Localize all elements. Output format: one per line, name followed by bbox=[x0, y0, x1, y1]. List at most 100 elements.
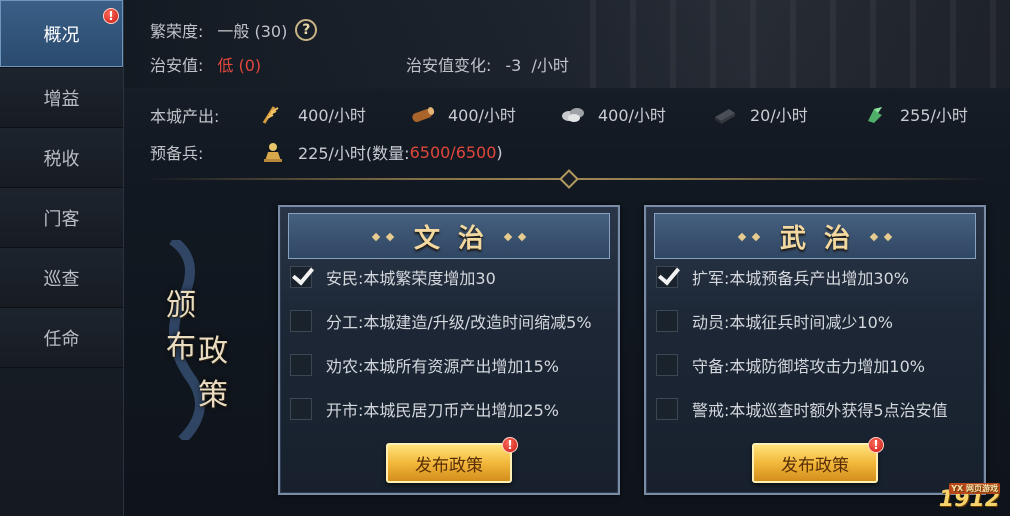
banner-char: 政 bbox=[198, 334, 228, 369]
policy-item: 分工:本城建造/升级/改造时间缩减5% bbox=[290, 309, 592, 333]
security-change-row: 治安值变化: -3 /小时 bbox=[406, 52, 569, 76]
output-label: 本城产出: bbox=[150, 107, 220, 126]
banner-char: 策 bbox=[198, 378, 228, 413]
ornament-icon bbox=[517, 232, 527, 242]
reserve-close: ) bbox=[496, 142, 503, 162]
policy-item: 警戒:本城巡查时额外获得5点治安值 bbox=[656, 397, 948, 421]
policy-checkbox[interactable] bbox=[656, 310, 678, 332]
alert-badge-icon: ! bbox=[868, 437, 884, 453]
policy-text: 开市:本城民居刀币产出增加25% bbox=[326, 401, 559, 420]
policy-checkbox[interactable] bbox=[290, 266, 312, 288]
policy-item: 动员:本城征兵时间减少10% bbox=[656, 309, 893, 333]
policy-checkbox[interactable] bbox=[656, 354, 678, 376]
resource-value: 400/小时 bbox=[298, 106, 366, 125]
civil-panel-header: 文治 bbox=[288, 213, 610, 259]
sidebar-item-buffs[interactable]: 增益 bbox=[0, 68, 123, 128]
resource-value: 20/小时 bbox=[750, 106, 808, 125]
divider-gem-icon bbox=[559, 169, 579, 189]
policy-text: 劝农:本城所有资源产出增加15% bbox=[326, 357, 559, 376]
civil-panel-title: 文治 bbox=[413, 223, 502, 254]
resource-value: 400/小时 bbox=[448, 106, 516, 125]
policy-text: 安民:本城繁荣度增加30 bbox=[326, 269, 496, 288]
watermark-sub: YX 网页游戏 bbox=[949, 483, 1000, 494]
civil-policy-panel: 文治 安民:本城繁荣度增加30 分工:本城建造/升级/改造时间缩减5% 劝农:本… bbox=[278, 205, 620, 495]
sidebar-item-label: 门客 bbox=[43, 208, 80, 230]
sidebar-item-label: 税收 bbox=[43, 148, 80, 170]
reserve-row: 预备兵: bbox=[150, 140, 203, 164]
publish-military-policy-button[interactable]: 发布政策 ! bbox=[752, 437, 884, 483]
resource-stone: 400/小时 bbox=[560, 102, 666, 126]
ornament-icon bbox=[869, 232, 879, 242]
policy-text: 守备:本城防御塔攻击力增加10% bbox=[692, 357, 925, 376]
security-change-value: -3 /小时 bbox=[505, 56, 569, 75]
reserve-soldier-icon bbox=[260, 141, 286, 163]
policy-checkbox[interactable] bbox=[290, 398, 312, 420]
help-icon[interactable]: ? bbox=[295, 19, 318, 41]
sidebar: 概况 ! 增益 税收 门客 巡查 任命 bbox=[0, 0, 124, 516]
policy-checkbox[interactable] bbox=[656, 266, 678, 288]
reserve-label: 预备兵: bbox=[150, 144, 204, 163]
output-label-row: 本城产出: bbox=[150, 103, 219, 127]
ornament-icon bbox=[737, 232, 747, 242]
security-row: 治安值: 低 (0) bbox=[150, 52, 261, 76]
publish-civil-policy-button[interactable]: 发布政策 ! bbox=[386, 437, 518, 483]
resource-value: 255/小时 bbox=[900, 106, 968, 125]
policy-text: 扩军:本城预备兵产出增加30% bbox=[692, 269, 909, 288]
site-watermark-logo: 1912 YX 网页游戏 bbox=[939, 483, 1000, 512]
resource-money: 255/小时 bbox=[862, 102, 968, 126]
security-change-label: 治安值变化: bbox=[406, 56, 492, 75]
ornament-icon bbox=[883, 232, 893, 242]
main-content: 繁荣度: 一般 (30) ? 治安值: 低 (0) 治安值变化: -3 /小时 … bbox=[124, 0, 1010, 516]
reserve-rate: 225/小时(数量: bbox=[298, 144, 410, 163]
iron-icon bbox=[712, 103, 738, 125]
sidebar-item-label: 概况 bbox=[43, 24, 80, 46]
resource-iron: 20/小时 bbox=[712, 102, 808, 126]
sidebar-item-label: 增益 bbox=[43, 88, 80, 110]
policy-item: 守备:本城防御塔攻击力增加10% bbox=[656, 353, 925, 377]
security-label: 治安值: bbox=[150, 56, 204, 75]
ornament-icon bbox=[371, 232, 381, 242]
military-panel-title: 武治 bbox=[779, 223, 868, 254]
policy-text: 警戒:本城巡查时额外获得5点治安值 bbox=[692, 401, 948, 420]
issue-policy-banner: 颁 布 政 策 bbox=[162, 240, 242, 440]
banner-char: 布 bbox=[166, 330, 196, 365]
policy-checkbox[interactable] bbox=[656, 398, 678, 420]
stone-icon bbox=[560, 103, 586, 125]
sidebar-item-retainers[interactable]: 门客 bbox=[0, 188, 123, 248]
grain-icon bbox=[260, 103, 286, 125]
prosperity-value: 一般 (30) bbox=[217, 22, 288, 41]
resource-wood: 400/小时 bbox=[410, 102, 516, 126]
publish-button-label: 发布政策 bbox=[415, 455, 483, 476]
prosperity-row: 繁荣度: 一般 (30) ? bbox=[150, 18, 318, 42]
reserve-value-row: 225/小时(数量: 6500/6500 ) bbox=[260, 140, 503, 164]
policy-item: 安民:本城繁荣度增加30 bbox=[290, 265, 496, 289]
policy-checkbox[interactable] bbox=[290, 354, 312, 376]
military-policy-panel: 武治 扩军:本城预备兵产出增加30% 动员:本城征兵时间减少10% 守备:本城防… bbox=[644, 205, 986, 495]
sidebar-item-appoint[interactable]: 任命 bbox=[0, 308, 123, 368]
policy-checkbox[interactable] bbox=[290, 310, 312, 332]
policy-item: 扩军:本城预备兵产出增加30% bbox=[656, 265, 909, 289]
sidebar-item-label: 巡查 bbox=[43, 268, 80, 290]
ornament-icon bbox=[503, 232, 513, 242]
publish-button-label: 发布政策 bbox=[781, 455, 849, 476]
alert-badge-icon: ! bbox=[103, 8, 119, 24]
sidebar-item-patrol[interactable]: 巡查 bbox=[0, 248, 123, 308]
ornament-icon bbox=[751, 232, 761, 242]
security-value: 低 (0) bbox=[217, 56, 262, 75]
alert-badge-icon: ! bbox=[502, 437, 518, 453]
sidebar-item-tax[interactable]: 税收 bbox=[0, 128, 123, 188]
money-icon bbox=[862, 103, 888, 125]
policy-item: 劝农:本城所有资源产出增加15% bbox=[290, 353, 559, 377]
policy-text: 动员:本城征兵时间减少10% bbox=[692, 313, 893, 332]
prosperity-label: 繁荣度: bbox=[150, 22, 204, 41]
policy-text: 分工:本城建造/升级/改造时间缩减5% bbox=[326, 313, 592, 332]
banner-char: 颁 bbox=[166, 288, 196, 323]
resource-value: 400/小时 bbox=[598, 106, 666, 125]
resource-grain: 400/小时 bbox=[260, 102, 366, 126]
policy-item: 开市:本城民居刀币产出增加25% bbox=[290, 397, 559, 421]
military-panel-header: 武治 bbox=[654, 213, 976, 259]
sidebar-item-overview[interactable]: 概况 ! bbox=[0, 0, 123, 68]
wood-icon bbox=[410, 103, 436, 125]
ornament-icon bbox=[385, 232, 395, 242]
reserve-count: 6500/6500 bbox=[409, 142, 497, 162]
